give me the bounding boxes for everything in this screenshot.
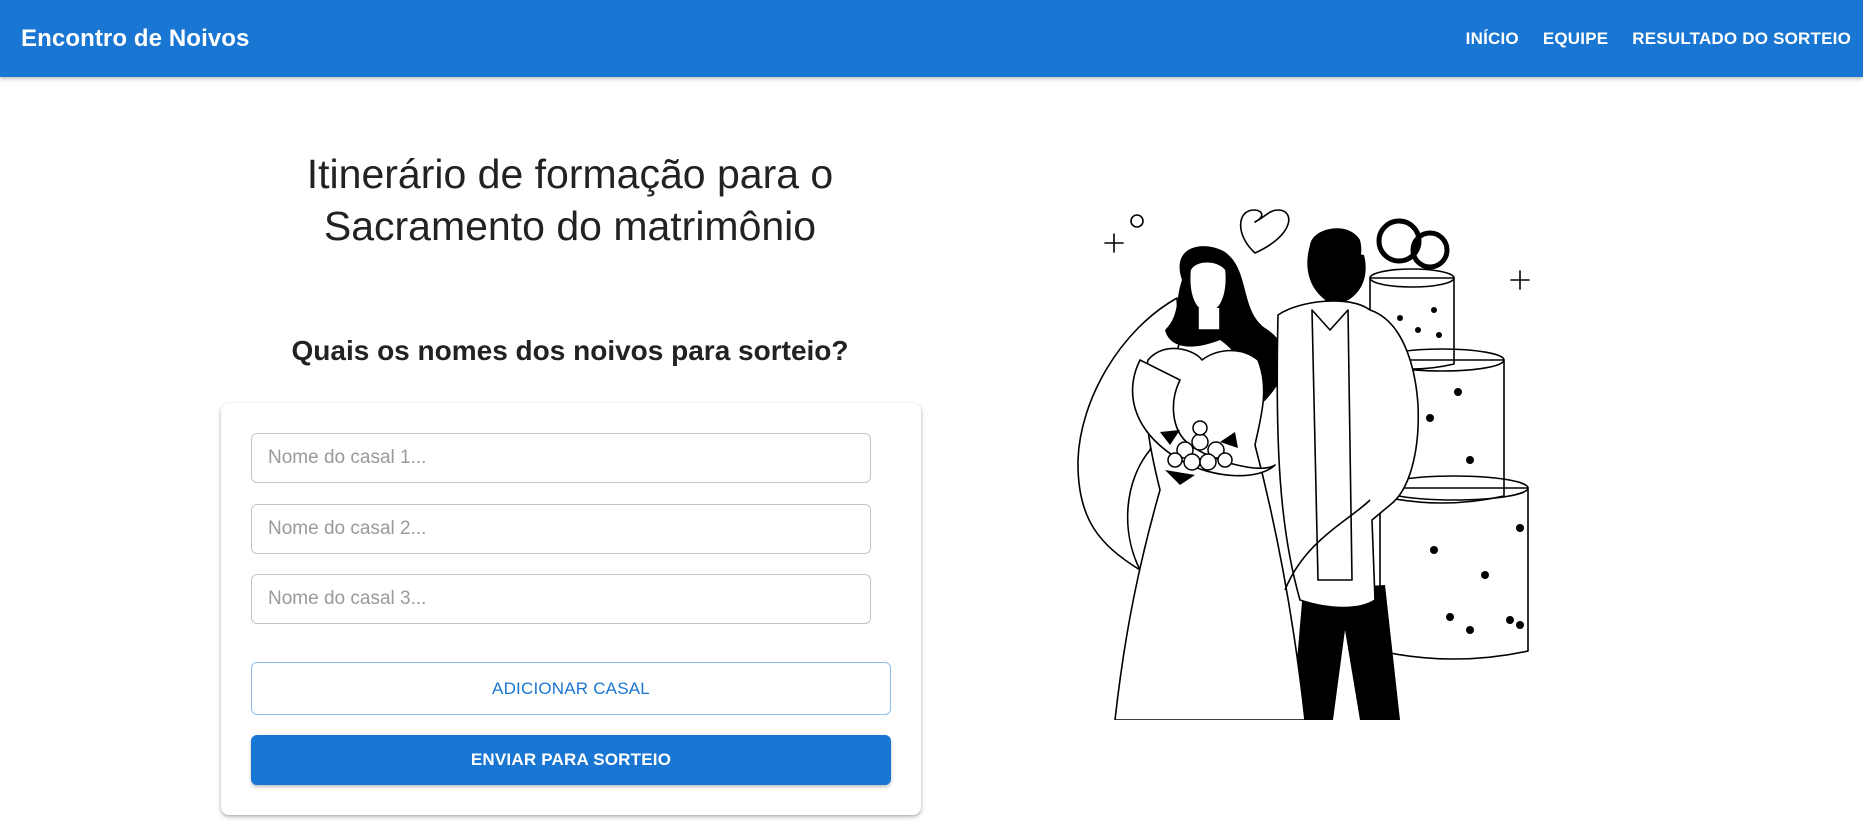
wedding-couple-illustration <box>1077 209 1530 720</box>
page-title-line-1: Itinerário de formação para o <box>306 151 834 197</box>
brand-title[interactable]: Encontro de Noivos <box>21 25 250 53</box>
nav-resultado-sorteio[interactable]: RESULTADO DO SORTEIO <box>1632 29 1851 49</box>
app-bar: Encontro de Noivos INÍCIO EQUIPE RESULTA… <box>0 0 1863 77</box>
nav-equipe[interactable]: EQUIPE <box>1543 29 1608 49</box>
couple-name-input-2[interactable] <box>251 504 871 554</box>
couple-name-input-3[interactable] <box>251 574 871 624</box>
page-title: Itinerário de formação para o Sacramento… <box>220 148 920 252</box>
submit-draw-button[interactable]: ENVIAR PARA SORTEIO <box>251 735 891 785</box>
top-nav: INÍCIO EQUIPE RESULTADO DO SORTEIO <box>1466 29 1851 49</box>
couple-name-input-1[interactable] <box>251 433 871 483</box>
nav-inicio[interactable]: INÍCIO <box>1466 29 1519 49</box>
add-couple-button[interactable]: ADICIONAR CASAL <box>251 662 891 715</box>
form-question: Quais os nomes dos noivos para sorteio? <box>291 335 849 366</box>
couple-form-card: ADICIONAR CASAL ENVIAR PARA SORTEIO <box>221 403 921 815</box>
page-title-line-2: Sacramento do matrimônio <box>323 203 817 249</box>
